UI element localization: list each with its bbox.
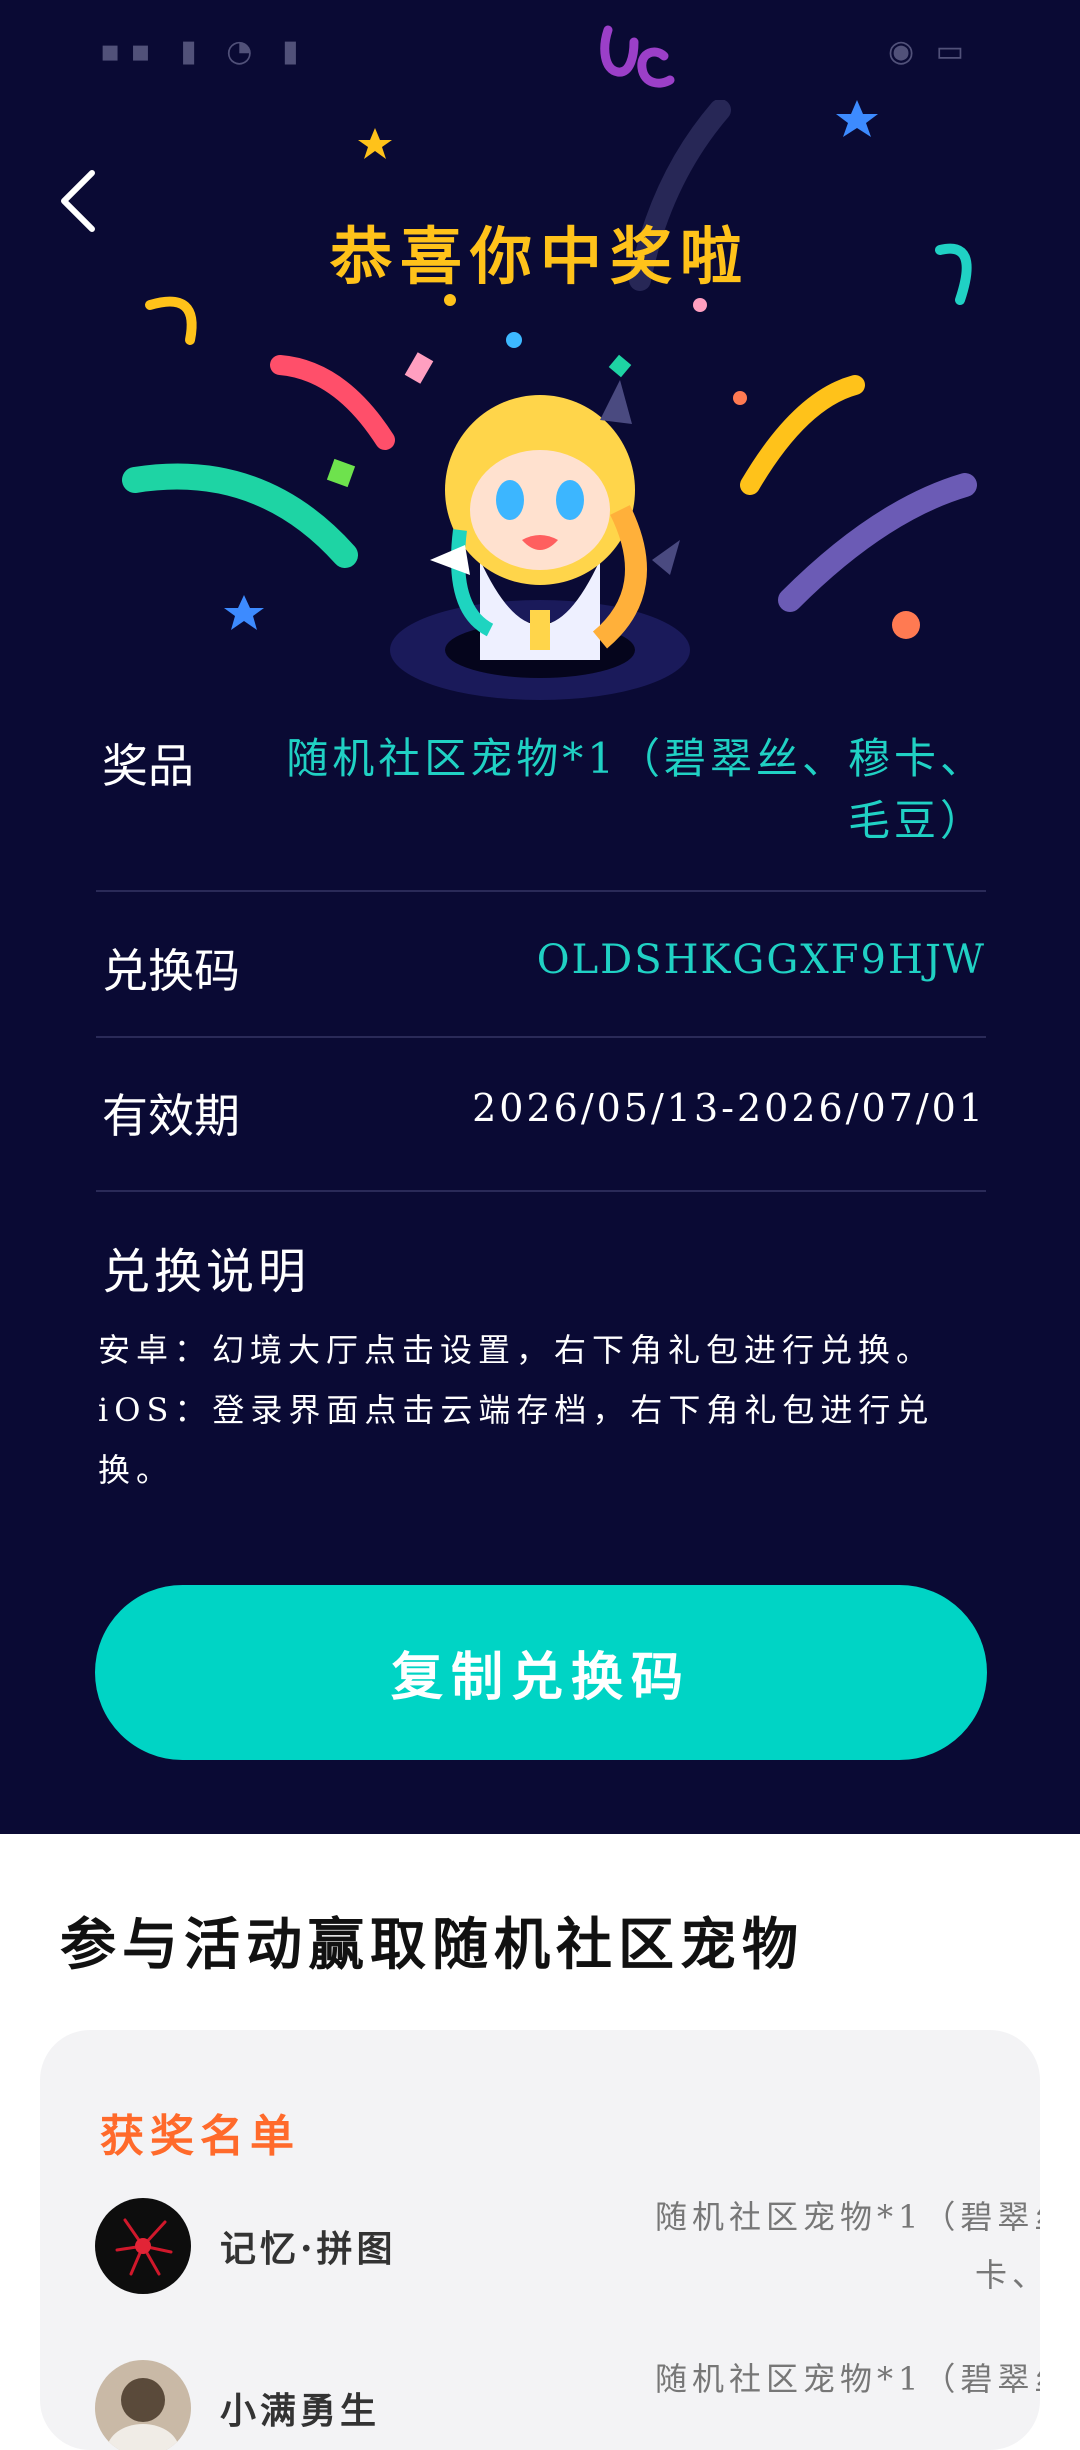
- mascot-illustration: [390, 380, 690, 700]
- ue-logo-icon: [600, 25, 675, 88]
- divider: [96, 890, 986, 892]
- status-bar: ▪▪ ▮ ◔ ▮ ◉ ▭: [0, 0, 1080, 100]
- copy-code-button[interactable]: 复制兑换码: [95, 1585, 987, 1760]
- code-row: 兑换码 OLDSHKGGXF9HJW: [96, 935, 986, 998]
- prize-row: 奖品 随机社区宠物*1（碧翠丝、穆卡、毛豆）: [96, 730, 986, 850]
- code-label: 兑换码: [102, 944, 240, 998]
- validity-label: 有效期: [102, 1089, 240, 1143]
- redeem-code-value: OLDSHKGGXF9HJW: [536, 937, 986, 983]
- winner-prize-line: 卡、毛豆: [975, 2256, 1040, 2294]
- validity-row: 有效期 2026/05/13-2026/07/01: [96, 1080, 986, 1143]
- winner-prize: 随机社区宠物*1（碧翠丝、: [655, 2350, 1040, 2408]
- list-item[interactable]: 记忆·拼图 随机社区宠物*1（碧翠丝、 卡、毛豆: [95, 2198, 1040, 2308]
- instructions-title: 兑换说明: [102, 1244, 311, 1300]
- prize-value: 随机社区宠物*1（碧翠丝、穆卡、毛豆）: [286, 734, 986, 845]
- winner-name: 小满勇生: [220, 2390, 381, 2432]
- instructions-text: 安卓：幻境大厅点击设置，右下角礼包进行兑换。iOS：登录界面点击云端存档，右下角…: [98, 1331, 935, 1489]
- reward-panel: ▪▪ ▮ ◔ ▮ ◉ ▭ 恭喜你中奖啦 奖品 随机社区宠物*1（碧翠丝、穆卡、毛…: [0, 0, 1080, 1834]
- congrats-title: 恭喜你中奖啦: [329, 220, 750, 293]
- winners-card: 获奖名单 记忆·拼图 随机社区宠物*1（碧翠丝、 卡、毛豆: [40, 2030, 1040, 2450]
- avatar: [95, 2198, 191, 2294]
- status-signal-icons: ▪▪ ▮ ◔ ▮: [100, 34, 309, 69]
- validity-value: 2026/05/13-2026/07/01: [472, 1086, 986, 1130]
- winners-title: 获奖名单: [100, 2111, 300, 2162]
- avatar: [95, 2360, 191, 2450]
- winner-prize-line: 随机社区宠物*1（碧翠丝、: [655, 2198, 1040, 2236]
- winner-prize: 随机社区宠物*1（碧翠丝、 卡、毛豆: [655, 2188, 1040, 2304]
- divider: [96, 1190, 986, 1192]
- winner-prize-line: 随机社区宠物*1（碧翠丝、: [655, 2360, 1040, 2398]
- divider: [96, 1036, 986, 1038]
- winner-name: 记忆·拼图: [220, 2228, 397, 2270]
- prize-label: 奖品: [102, 739, 194, 793]
- event-title: 参与活动赢取随机社区宠物: [60, 1912, 804, 1978]
- list-item[interactable]: 小满勇生 随机社区宠物*1（碧翠丝、: [95, 2360, 1040, 2450]
- status-battery-icons: ◉ ▭: [887, 34, 970, 69]
